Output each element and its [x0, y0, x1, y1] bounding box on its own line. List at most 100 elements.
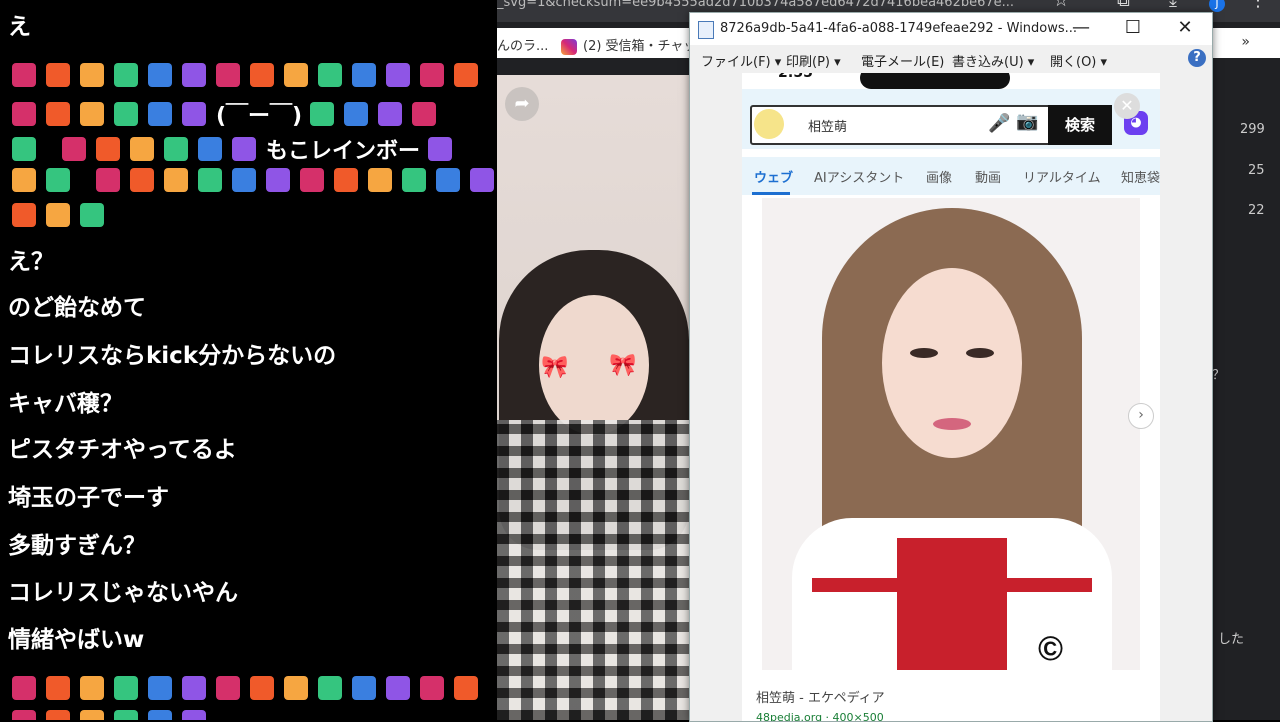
emote-square — [216, 63, 240, 87]
menu-burn[interactable]: 書き込み(U) ▾ — [952, 51, 1034, 70]
emote-square — [182, 676, 206, 700]
emote-square — [12, 63, 36, 87]
photo-costume-red — [897, 538, 1007, 670]
emote-square — [266, 168, 290, 192]
emote-square — [46, 676, 70, 700]
emote-square — [96, 168, 120, 192]
photo-lips — [933, 418, 971, 430]
mascot-icon — [754, 109, 784, 139]
chat-message: ピスタチオやってるよ — [8, 437, 237, 463]
emote-square — [12, 203, 36, 227]
emote-square — [62, 137, 86, 161]
instagram-icon — [561, 38, 577, 55]
side-text: した — [1218, 632, 1245, 647]
emote-row — [12, 676, 488, 702]
emote-square — [232, 137, 256, 161]
more-bookmarks-chevron-icon[interactable]: » — [1241, 34, 1250, 50]
chat-message: え？ — [8, 249, 54, 275]
emote-square — [378, 102, 403, 126]
chat-message: 多動すぎん？ — [8, 533, 146, 559]
status-time: 2:55 — [778, 73, 813, 81]
emote-kaomoji: (￣ー￣) — [216, 104, 303, 129]
emote-square — [80, 676, 104, 700]
emote-rainbow-text: もこレインボー — [266, 139, 421, 164]
emote-square — [420, 676, 444, 700]
emote-square — [216, 676, 240, 700]
menu-open[interactable]: 開く(O) ▾ — [1050, 51, 1107, 70]
emote-square — [368, 168, 392, 192]
chat-message: キャバ穣？ — [8, 391, 123, 417]
menu-icon[interactable]: ⋮ — [1249, 0, 1267, 10]
emote-square — [164, 168, 188, 192]
microphone-icon[interactable]: 🎤 — [988, 113, 1010, 134]
phone-screenshot: 2:55 相笠萌 🎤 📷 検索 ◕ ウェブ AIアシスタント 画像 動画 リアル… — [742, 73, 1160, 721]
help-icon[interactable]: ? — [1188, 49, 1206, 67]
profile-avatar[interactable]: J — [1209, 0, 1225, 12]
emote-square — [310, 102, 335, 126]
emote-square — [420, 63, 444, 87]
tab-web[interactable]: ウェブ — [754, 167, 793, 186]
chat-overlay: え (￣ー￣) もこレインボー え？ のど飴なめて コレリスならkick分からな… — [0, 0, 497, 720]
photo-eye — [910, 348, 938, 358]
portrait-photo[interactable]: © AKS — [762, 198, 1140, 670]
emote-square — [436, 168, 460, 192]
bookmark-item-instagram[interactable]: (2) 受信箱・チャット — [561, 35, 709, 55]
emote-square — [428, 137, 453, 161]
emote-square — [80, 63, 104, 87]
emote-square — [130, 168, 154, 192]
emote-square — [148, 102, 172, 126]
tab-images[interactable]: 画像 — [926, 167, 952, 186]
emote-square — [454, 676, 478, 700]
camera-icon[interactable]: 📷 — [1016, 111, 1038, 132]
tab-video[interactable]: 動画 — [975, 167, 1001, 186]
search-input[interactable]: 相笠萌 🎤 📷 — [750, 105, 1050, 145]
share-icon[interactable]: ➦ — [505, 87, 539, 121]
tab-chiebukuro[interactable]: 知恵袋 — [1121, 167, 1160, 186]
tab-realtime[interactable]: リアルタイム — [1023, 167, 1101, 186]
ribbon-sticker-icon: 🎀 — [541, 355, 569, 380]
star-icon[interactable]: ☆ — [1053, 0, 1069, 10]
emote-square — [412, 102, 437, 126]
extension-icon[interactable]: ⧉ — [1117, 0, 1130, 10]
menu-label: 電子メール(E) — [861, 55, 945, 70]
menu-email[interactable]: 電子メール(E) — [861, 51, 944, 70]
emote-square — [148, 63, 172, 87]
emote-square — [284, 676, 308, 700]
document-icon — [698, 21, 714, 39]
emote-row — [12, 710, 216, 720]
emote-square — [114, 63, 138, 87]
ribbon-sticker-icon: 🎀 — [609, 353, 637, 378]
video-shirt-pattern — [497, 420, 689, 720]
emote-square — [80, 102, 104, 126]
bookmark-item[interactable]: んのラ... — [497, 35, 548, 54]
search-button[interactable]: 検索 — [1048, 105, 1112, 145]
emote-square — [12, 710, 36, 720]
menu-file[interactable]: ファイル(F) ▾ — [701, 51, 781, 70]
emote-square — [12, 102, 36, 126]
search-query: 相笠萌 — [808, 120, 848, 135]
search-result[interactable]: 相笠萌 - エケペディア 48pedia.org · 400×500 — [742, 673, 1160, 721]
close-button[interactable]: ✕ — [1166, 17, 1204, 38]
minimize-button[interactable]: — — [1062, 17, 1100, 38]
menu-print[interactable]: 印刷(P) ▾ — [786, 51, 841, 70]
emote-square — [114, 102, 138, 126]
maximize-button[interactable]: ☐ — [1114, 17, 1152, 38]
close-icon[interactable]: ✕ — [1114, 93, 1140, 119]
emote-square — [250, 63, 274, 87]
chevron-right-icon[interactable]: › — [1128, 403, 1154, 429]
emote-square — [352, 676, 376, 700]
download-icon[interactable]: ⤓ — [1169, 0, 1177, 10]
menu-label: 印刷(P) — [786, 55, 830, 70]
emote-square — [46, 63, 70, 87]
emote-square — [114, 710, 138, 720]
active-tab-indicator — [752, 192, 790, 195]
search-tabs: ウェブ AIアシスタント 画像 動画 リアルタイム 知恵袋 — [742, 157, 1160, 195]
menu-label: ファイル(F) — [701, 55, 771, 70]
tab-ai-assistant[interactable]: AIアシスタント — [814, 167, 904, 186]
emote-square — [12, 168, 36, 192]
emote-square — [46, 203, 70, 227]
menu-label: 開く(O) — [1050, 55, 1097, 70]
emote-square — [164, 137, 188, 161]
menu-bar: ファイル(F) ▾ 印刷(P) ▾ 電子メール(E) 書き込み(U) ▾ 開く(… — [690, 45, 1212, 73]
window-title-bar[interactable]: 8726a9db-5a41-4fa6-a088-1749efeae292 - W… — [690, 13, 1212, 45]
